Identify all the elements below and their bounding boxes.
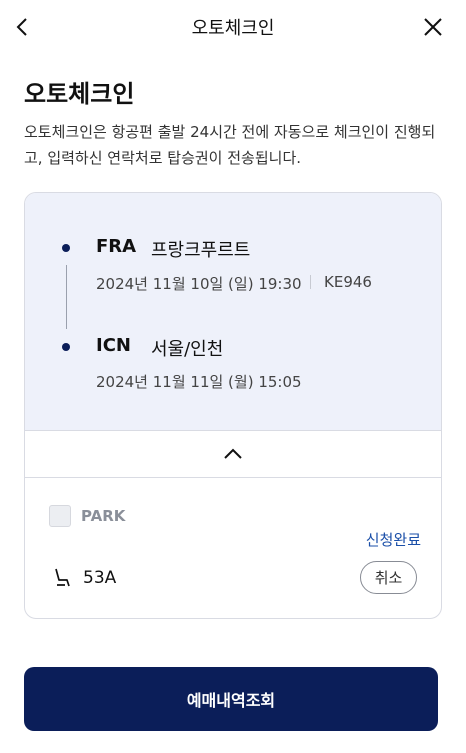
page-title: 오토체크인 [191, 18, 275, 39]
departure-city: 프랑크푸르트 [151, 240, 251, 261]
separator [310, 275, 311, 289]
collapse-toggle[interactable] [25, 431, 441, 478]
arrival-dot [62, 343, 70, 351]
passenger-name: PARK [81, 507, 126, 525]
flight-number: KE946 [324, 273, 372, 291]
section-heading: 오토체크인 [24, 80, 135, 108]
cancel-button[interactable]: 취소 [360, 561, 417, 594]
seat-number: 53A [83, 568, 117, 588]
description-text: 오토체크인은 항공편 출발 24시간 전에 자동으로 체크인이 진행되고, 입력… [24, 123, 436, 167]
passenger-checkbox[interactable] [49, 505, 71, 527]
seat-icon [55, 568, 70, 587]
departure-code: FRA [96, 236, 137, 257]
close-icon [424, 18, 442, 36]
back-button[interactable] [6, 10, 40, 44]
route-line [66, 265, 67, 329]
top-bar: 오토체크인 [0, 0, 466, 54]
itinerary-panel: FRA 프랑크푸르트 2024년 11월 10일 (일) 19:30 KE946… [25, 193, 441, 431]
booking-inquiry-button[interactable]: 예매내역조회 [24, 667, 438, 731]
departure-datetime: 2024년 11월 10일 (일) 19:30 [96, 275, 302, 293]
chevron-up-icon [224, 448, 242, 459]
close-button[interactable] [416, 10, 450, 44]
departure-dot [62, 244, 70, 252]
arrival-datetime: 2024년 11월 11일 (월) 15:05 [96, 373, 302, 391]
arrival-code: ICN [96, 335, 131, 356]
status-badge: 신청완료 [365, 531, 421, 549]
flight-card: FRA 프랑크푸르트 2024년 11월 10일 (일) 19:30 KE946… [24, 192, 442, 619]
chevron-left-icon [16, 18, 27, 36]
arrival-city: 서울/인천 [151, 339, 224, 360]
